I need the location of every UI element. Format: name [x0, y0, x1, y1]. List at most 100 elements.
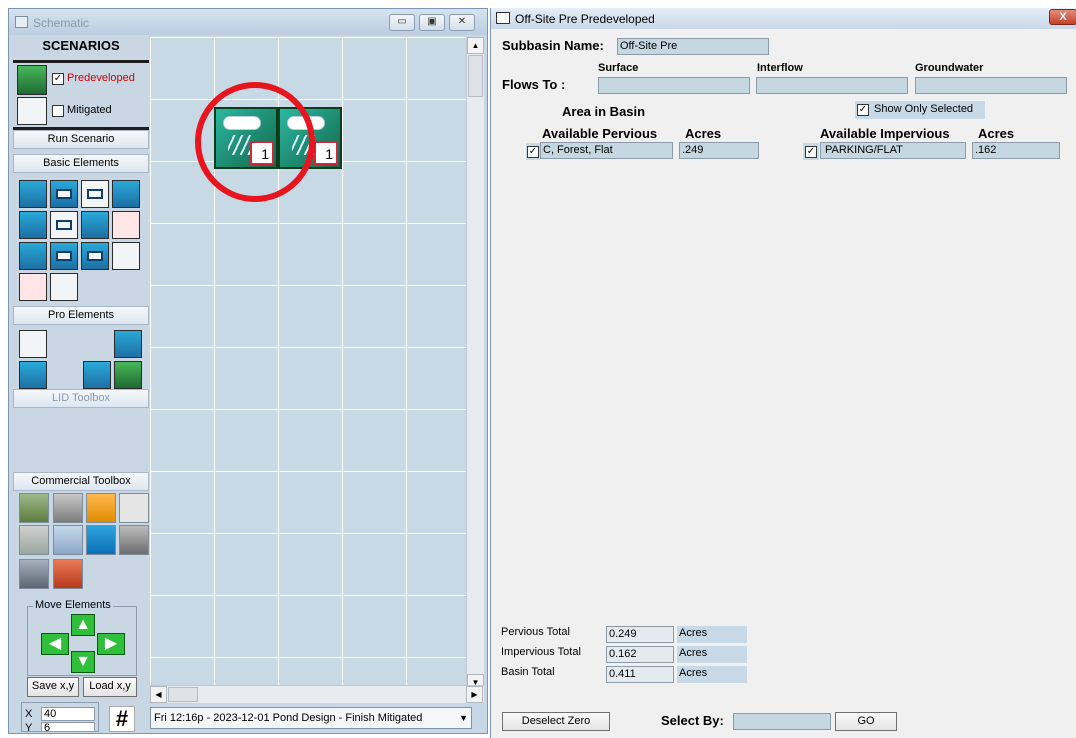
window-icon — [496, 12, 510, 24]
pervious-row-checkbox[interactable]: ✓ — [527, 146, 539, 158]
chevron-down-icon[interactable]: ▼ — [459, 708, 468, 728]
gravel-trench-icon[interactable] — [112, 180, 140, 208]
product-10-icon[interactable] — [53, 559, 83, 589]
close-icon[interactable]: X — [1049, 9, 1076, 25]
load-xy-button[interactable]: Load x,y — [83, 677, 137, 697]
run-scenario-button[interactable]: Run Scenario — [13, 130, 149, 149]
tank-icon[interactable] — [50, 211, 78, 239]
surface-header: Surface — [598, 62, 639, 74]
flows-to-label: Flows To : — [502, 77, 566, 92]
minimize-button[interactable]: ▭ — [389, 14, 415, 31]
culvert-icon[interactable] — [19, 330, 47, 358]
select-by-input[interactable] — [733, 713, 831, 730]
groundwater-field[interactable] — [915, 77, 1067, 94]
product-8-icon[interactable] — [119, 525, 149, 555]
predeveloped-label[interactable]: Predeveloped — [67, 72, 135, 84]
basin-total-label: Basin Total — [501, 666, 555, 678]
close-icon[interactable]: ✕ — [449, 14, 475, 31]
irregular-pond-icon[interactable] — [81, 242, 109, 270]
move-up-icon[interactable]: ▲ — [71, 614, 95, 636]
lateral-basin-icon[interactable] — [19, 211, 47, 239]
select-by-label: Select By: — [661, 713, 724, 728]
highlight-circle — [195, 82, 315, 202]
impervious-total-unit: Acres — [677, 646, 747, 663]
show-only-selected-group[interactable]: ✓ Show Only Selected — [855, 101, 985, 119]
filter-icon[interactable] — [50, 242, 78, 270]
basin-total-value: 0.411 — [606, 666, 674, 683]
basin-total-unit: Acres — [677, 666, 747, 683]
pervious-land-name: C, Forest, Flat — [540, 142, 673, 159]
mitigated-checkbox[interactable] — [52, 105, 64, 117]
trapezoidal-pond-icon[interactable] — [50, 180, 78, 208]
move-right-icon[interactable]: ▶ — [97, 633, 125, 655]
mitigated-label[interactable]: Mitigated — [67, 104, 112, 116]
schematic-titlebar[interactable]: Schematic ▭ ▣ ✕ — [9, 9, 487, 35]
impervious-land-name: PARKING/FLAT — [820, 142, 966, 159]
restore-button[interactable]: ▣ — [419, 14, 445, 31]
window-icon — [15, 16, 28, 28]
commercial-toolbox-header: Commercial Toolbox — [13, 472, 149, 491]
scenarios-header: SCENARIOS — [42, 38, 120, 53]
impervious-acres-input[interactable]: .162 — [972, 142, 1060, 159]
product-6-icon[interactable] — [53, 525, 83, 555]
porous-pavement-icon[interactable] — [83, 361, 111, 389]
product-7-icon[interactable] — [86, 525, 116, 555]
product-9-icon[interactable] — [19, 559, 49, 589]
surface-flow-field[interactable] — [598, 77, 750, 94]
channel-icon[interactable] — [81, 211, 109, 239]
x-coordinate-field[interactable]: 40 — [41, 707, 95, 721]
bioretention-icon[interactable] — [19, 361, 47, 389]
green-roof-icon[interactable] — [114, 361, 142, 389]
deselect-zero-button[interactable]: Deselect Zero — [502, 712, 610, 731]
move-left-icon[interactable]: ◀ — [41, 633, 69, 655]
product-1-icon[interactable] — [19, 493, 49, 523]
junction-icon[interactable] — [112, 242, 140, 270]
vertical-scrollbar[interactable]: ▲ ▼ — [466, 37, 484, 693]
notes-icon[interactable] — [50, 273, 78, 301]
predeveloped-scenario-icon[interactable] — [17, 65, 47, 95]
impervious-row-checkbox[interactable]: ✓ — [805, 146, 817, 158]
go-button[interactable]: GO — [835, 712, 897, 731]
predeveloped-checkbox[interactable]: ✓ — [52, 73, 64, 85]
interflow-field[interactable] — [756, 77, 908, 94]
mitigated-scenario-icon[interactable] — [17, 97, 47, 125]
product-4-icon[interactable] — [119, 493, 149, 523]
pro-elements-header: Pro Elements — [13, 306, 149, 325]
scroll-right-icon[interactable]: ▶ — [466, 686, 483, 703]
horizontal-scrollbar[interactable]: ◀ ▶ — [150, 685, 484, 703]
stage-storage-icon[interactable] — [19, 273, 47, 301]
scenario-status-dropdown[interactable]: Fri 12:16p - 2023-12-01 Pond Design - Fi… — [150, 707, 472, 729]
product-3-icon[interactable] — [86, 493, 116, 523]
sand-filter-icon[interactable] — [114, 330, 142, 358]
grid-toggle-icon[interactable]: # — [109, 706, 135, 732]
swale-icon[interactable] — [19, 242, 47, 270]
impervious-acres-header: Acres — [978, 126, 1015, 141]
impervious-total-label: Impervious Total — [501, 646, 581, 658]
pervious-acres-input[interactable]: .249 — [679, 142, 759, 159]
pervious-total-label: Pervious Total — [501, 626, 570, 638]
subbasin-name-input[interactable]: Off-Site Pre — [617, 38, 769, 55]
available-impervious-header: Available Impervious — [820, 126, 950, 141]
basin-tool-icon[interactable] — [19, 180, 47, 208]
detail-titlebar[interactable]: Off-Site Pre Predeveloped X — [491, 8, 1076, 29]
horizontal-scroll-thumb[interactable] — [168, 687, 198, 702]
schematic-window: Schematic ▭ ▣ ✕ SCENARIOS ✓ Predeveloped… — [8, 8, 488, 734]
product-2-icon[interactable] — [53, 493, 83, 523]
groundwater-header: Groundwater — [915, 62, 984, 74]
vault-icon[interactable] — [81, 180, 109, 208]
vertical-scroll-thumb[interactable] — [468, 55, 483, 97]
y-coordinate-field[interactable]: 6 — [41, 722, 95, 732]
scroll-left-icon[interactable]: ◀ — [150, 686, 167, 703]
scroll-up-icon[interactable]: ▲ — [467, 37, 484, 54]
show-only-selected-label[interactable]: Show Only Selected — [874, 103, 973, 115]
save-xy-button[interactable]: Save x,y — [27, 677, 79, 697]
move-down-icon[interactable]: ▼ — [71, 651, 95, 673]
divider — [13, 60, 149, 63]
subbasin-window: Off-Site Pre Predeveloped X Subbasin Nam… — [490, 8, 1076, 738]
basin-number-badge: 1 — [314, 141, 338, 165]
schematic-title: Schematic — [33, 16, 90, 30]
move-elements-label: Move Elements — [33, 599, 113, 611]
flow-splitter-icon[interactable] — [112, 211, 140, 239]
show-only-selected-checkbox[interactable]: ✓ — [857, 104, 869, 116]
product-5-icon[interactable] — [19, 525, 49, 555]
